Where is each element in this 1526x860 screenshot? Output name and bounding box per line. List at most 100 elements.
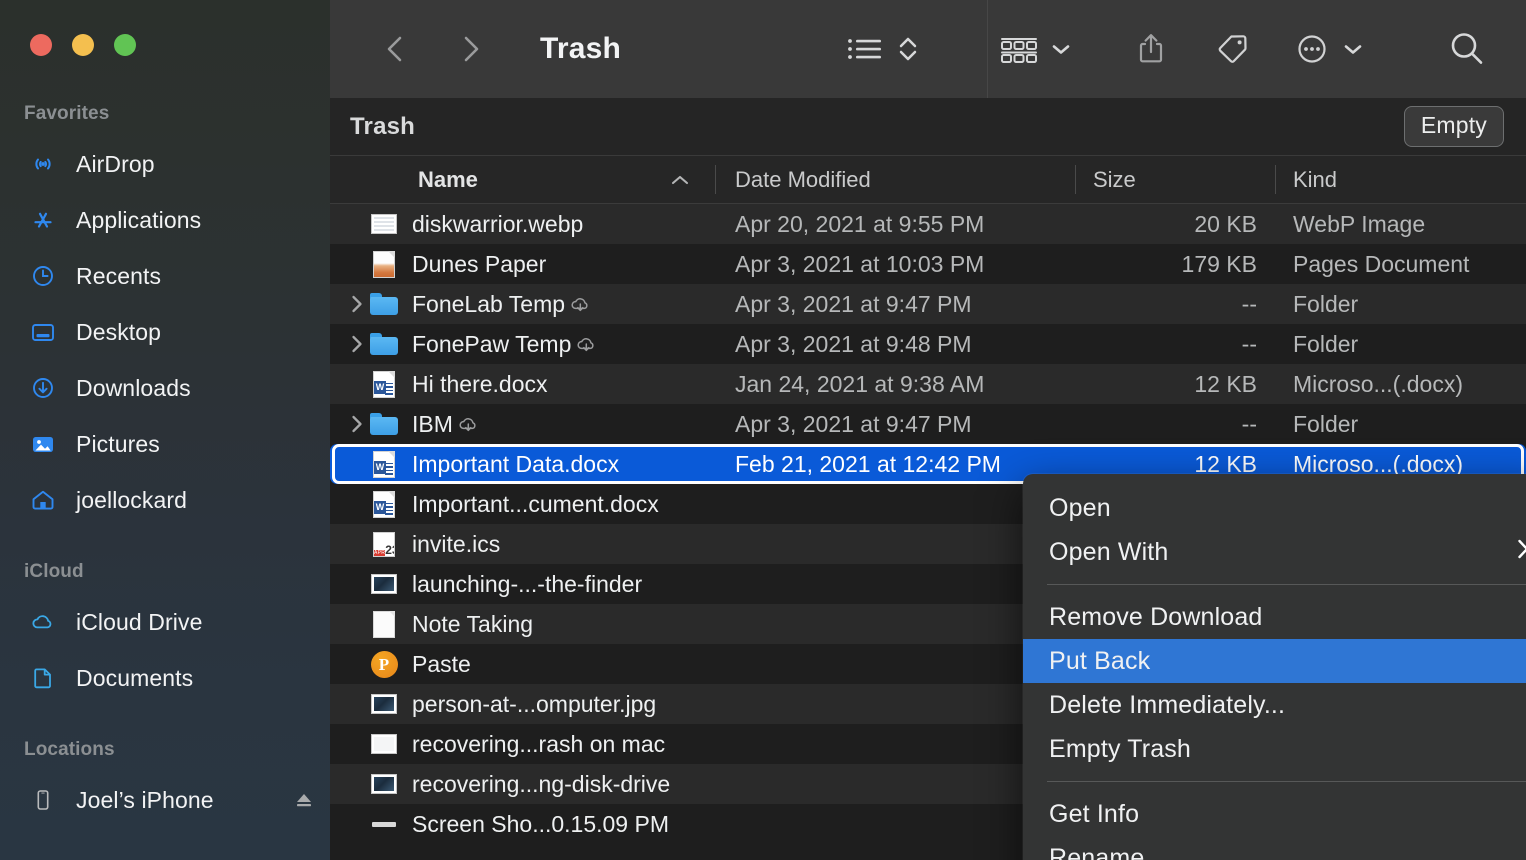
disclosure-triangle-icon[interactable] xyxy=(344,412,370,436)
file-date-cell xyxy=(715,604,1075,644)
menu-item[interactable]: Empty Trash xyxy=(1023,727,1526,771)
sidebar-item-joels-iphone[interactable]: Joel’s iPhone xyxy=(0,772,330,828)
column-header-kind[interactable]: Kind xyxy=(1275,156,1526,203)
minimize-button[interactable] xyxy=(72,34,94,56)
view-list-button[interactable] xyxy=(835,0,895,98)
finder-window: Favorites AirDrop Applications Recents D… xyxy=(0,0,1526,860)
menu-item[interactable]: Delete Immediately... xyxy=(1023,683,1526,727)
disclosure-triangle-icon[interactable] xyxy=(344,292,370,316)
file-name-cell: FonePaw Temp xyxy=(330,324,715,364)
menu-separator xyxy=(1047,584,1526,585)
share-button[interactable] xyxy=(1112,0,1190,98)
table-row[interactable]: FonePaw Temp Apr 3, 2021 at 9:48 PM -- Fold… xyxy=(330,324,1526,364)
table-row[interactable]: W Hi there.docx Jan 24, 2021 at 9:38 AM 12 … xyxy=(330,364,1526,404)
empty-trash-button[interactable]: Empty xyxy=(1403,106,1504,147)
group-view-button[interactable] xyxy=(988,0,1082,98)
forward-button[interactable] xyxy=(446,25,494,73)
more-button[interactable] xyxy=(1274,0,1378,98)
file-type-icon xyxy=(370,410,398,438)
column-header-label: Size xyxy=(1093,166,1136,192)
tag-button[interactable] xyxy=(1190,0,1274,98)
sidebar-item-label: iCloud Drive xyxy=(76,608,203,635)
sidebar-item-desktop[interactable]: Desktop xyxy=(0,304,330,360)
column-header-date-modified[interactable]: Date Modified xyxy=(715,156,1075,203)
table-row[interactable]: IBM Apr 3, 2021 at 9:47 PM -- Folder xyxy=(330,404,1526,444)
file-date-cell xyxy=(715,524,1075,564)
table-row[interactable]: diskwarrior.webp Apr 20, 2021 at 9:55 PM 2… xyxy=(330,204,1526,244)
main-pane: Trash Trash Empty Name Date Modified Siz… xyxy=(330,0,1526,860)
toolbar-view-group xyxy=(835,0,931,98)
file-kind-cell: Microso...(.docx) xyxy=(1293,370,1463,397)
icloud-download-icon[interactable] xyxy=(565,293,599,315)
sidebar-item-applications[interactable]: Applications xyxy=(0,192,330,248)
sidebar-item-label: Applications xyxy=(76,206,202,233)
menu-item-label: Rename xyxy=(1049,843,1145,860)
file-name-label: FonePaw Temp xyxy=(412,330,572,357)
file-name-label: launching-...-the-finder xyxy=(412,570,643,597)
icloud-download-icon[interactable] xyxy=(571,333,605,355)
sidebar-item-pictures[interactable]: Pictures xyxy=(0,416,330,472)
menu-item-label: Remove Download xyxy=(1049,602,1263,631)
table-row[interactable]: Dunes Paper Apr 3, 2021 at 10:03 PM 179 KB… xyxy=(330,244,1526,284)
file-type-icon xyxy=(370,570,398,598)
disclosure-triangle-icon[interactable] xyxy=(344,332,370,356)
document-icon xyxy=(28,663,58,693)
sidebar: Favorites AirDrop Applications Recents D… xyxy=(0,0,330,860)
file-type-icon xyxy=(370,250,398,278)
sidebar-item-label: Downloads xyxy=(76,374,191,401)
sidebar-item-label: Documents xyxy=(76,664,194,691)
menu-item[interactable]: Rename xyxy=(1023,836,1526,860)
menu-item[interactable]: Put Back xyxy=(1023,639,1526,683)
column-header-label: Name xyxy=(418,166,478,192)
sidebar-item-recents[interactable]: Recents xyxy=(0,248,330,304)
file-name-label: IBM xyxy=(412,410,453,437)
jpeg-image-icon xyxy=(371,774,397,794)
toolbar-search-group xyxy=(1412,0,1504,98)
desktop-icon xyxy=(28,317,58,347)
file-kind-cell: WebP Image xyxy=(1293,210,1426,237)
file-type-icon xyxy=(370,810,398,838)
back-button[interactable] xyxy=(372,25,420,73)
sidebar-item-home[interactable]: joellockard xyxy=(0,472,330,528)
file-name-label: Important Data.docx xyxy=(412,450,620,477)
menu-item[interactable]: Open With xyxy=(1023,530,1526,574)
file-type-icon xyxy=(370,730,398,758)
file-type-icon xyxy=(370,210,398,238)
file-type-icon: W xyxy=(370,490,398,518)
context-menu[interactable]: Open Open With Remove Download Put Back Dele… xyxy=(1023,474,1526,860)
close-button[interactable] xyxy=(30,34,52,56)
sort-updown-button[interactable] xyxy=(895,0,931,98)
menu-item-label: Delete Immediately... xyxy=(1049,690,1286,719)
menu-item[interactable]: Get Info xyxy=(1023,792,1526,836)
cloud-icon xyxy=(28,607,58,637)
eject-icon[interactable] xyxy=(292,789,316,811)
sidebar-section-icloud-header: iCloud xyxy=(24,561,84,582)
file-date-cell: Apr 3, 2021 at 10:03 PM xyxy=(735,250,985,277)
menu-item[interactable]: Remove Download xyxy=(1023,595,1526,639)
search-button[interactable] xyxy=(1412,0,1504,98)
file-date-cell: Apr 20, 2021 at 9:55 PM xyxy=(735,210,985,237)
zoom-button[interactable] xyxy=(114,34,136,56)
menu-item-label: Get Info xyxy=(1049,799,1140,828)
column-header-size[interactable]: Size xyxy=(1075,156,1275,203)
column-header-name[interactable]: Name xyxy=(330,156,715,203)
sidebar-item-icloud-drive[interactable]: iCloud Drive xyxy=(0,594,330,650)
menu-item[interactable]: Open xyxy=(1023,486,1526,530)
paste-app-icon: P xyxy=(370,650,398,678)
path-bar-label: Trash xyxy=(350,112,416,140)
file-size-cell: -- xyxy=(1241,410,1257,437)
sidebar-item-airdrop[interactable]: AirDrop xyxy=(0,136,330,192)
word-document-icon: W xyxy=(373,370,395,398)
table-row[interactable]: FoneLab Temp Apr 3, 2021 at 9:47 PM -- Fold… xyxy=(330,284,1526,324)
sidebar-scroll-area[interactable]: Favorites AirDrop Applications Recents D… xyxy=(0,92,330,828)
icloud-download-icon[interactable] xyxy=(453,413,487,435)
file-date-cell xyxy=(715,684,1075,724)
file-date-cell: Jan 24, 2021 at 9:38 AM xyxy=(735,370,985,397)
webp-image-icon xyxy=(371,214,397,234)
sidebar-item-downloads[interactable]: Downloads xyxy=(0,360,330,416)
chevron-up-icon xyxy=(669,167,691,193)
sidebar-item-documents[interactable]: Documents xyxy=(0,650,330,706)
sidebar-item-label: Recents xyxy=(76,262,162,289)
file-name-cell: recovering...ng-disk-drive xyxy=(330,764,715,804)
file-kind-cell: Pages Document xyxy=(1293,250,1470,277)
